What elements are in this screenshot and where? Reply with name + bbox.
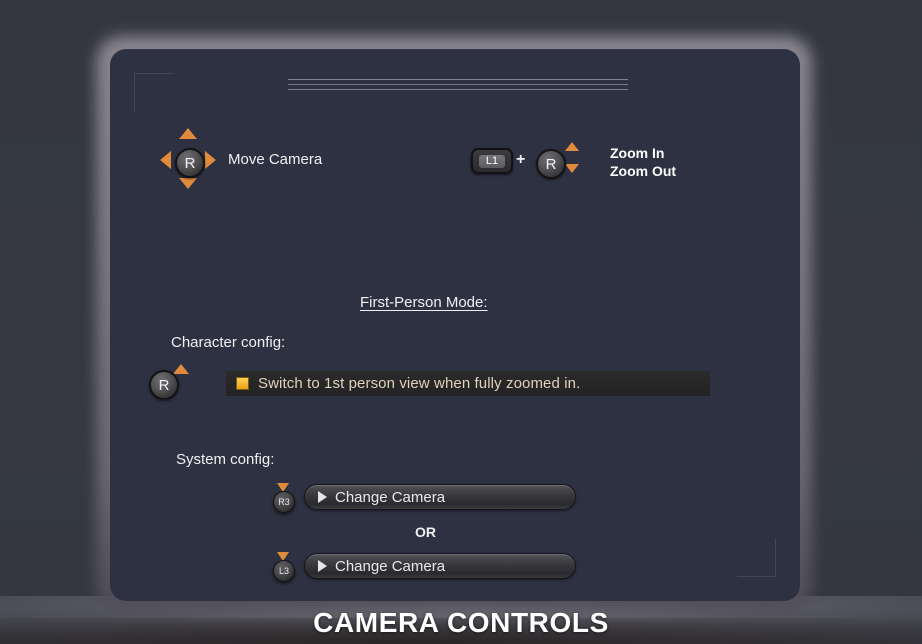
or-separator-label: OR [415,524,436,540]
corner-tick-top-left [134,73,173,112]
stick-up-arrow-icon [179,128,197,139]
first-person-toggle-label: Switch to 1st person view when fully zoo… [258,375,581,392]
decorative-rule-line [288,79,628,80]
play-caret-icon [318,491,327,503]
stick-up-arrow-icon [173,364,189,374]
stick-left-arrow-icon [160,151,171,169]
l3-button-label: L3 [273,560,295,582]
first-person-toggle-row[interactable]: Switch to 1st person view when fully zoo… [226,371,710,396]
change-camera-label: Change Camera [335,488,446,506]
l1-button-label: L1 [479,154,505,168]
stick-up-arrow-icon [565,142,579,151]
r3-stick-click-icon: R3 [271,483,297,513]
first-person-mode-heading: First-Person Mode: [360,294,488,311]
decorative-rule-line [288,89,628,90]
l3-stick-click-icon: L3 [271,552,297,582]
checkbox-enabled-icon[interactable] [236,377,249,390]
character-config-label: Character config: [171,334,286,351]
play-caret-icon [318,560,327,572]
corner-tick-bottom-right [737,538,776,577]
change-camera-button-r3[interactable]: Change Camera [304,484,576,510]
change-camera-label: Change Camera [335,557,446,575]
change-camera-button-l3[interactable]: Change Camera [304,553,576,579]
stick-down-arrow-icon [179,178,197,189]
zoom-action-labels: Zoom In Zoom Out [610,144,676,180]
right-stick-label: R [536,149,566,179]
r3-button-label: R3 [273,491,295,513]
right-stick-up-icon: R [149,364,197,400]
l1-shoulder-button-icon: L1 [471,148,513,174]
right-stick-label: R [175,148,205,178]
page-title: CAMERA CONTROLS [313,607,609,638]
right-stick-label: R [149,370,179,400]
right-stick-dpad-icon: R [160,128,216,194]
right-stick-vertical-icon: R [536,142,586,184]
zoom-in-label: Zoom In [610,145,665,161]
zoom-out-label: Zoom Out [610,163,677,179]
stick-right-arrow-icon [205,151,216,169]
move-camera-label: Move Camera [228,151,323,168]
system-config-label: System config: [176,451,275,468]
decorative-rules [288,79,628,90]
stick-down-arrow-icon [565,164,579,173]
decorative-rule-line [288,84,628,85]
plus-combiner-symbol: + [516,151,526,168]
